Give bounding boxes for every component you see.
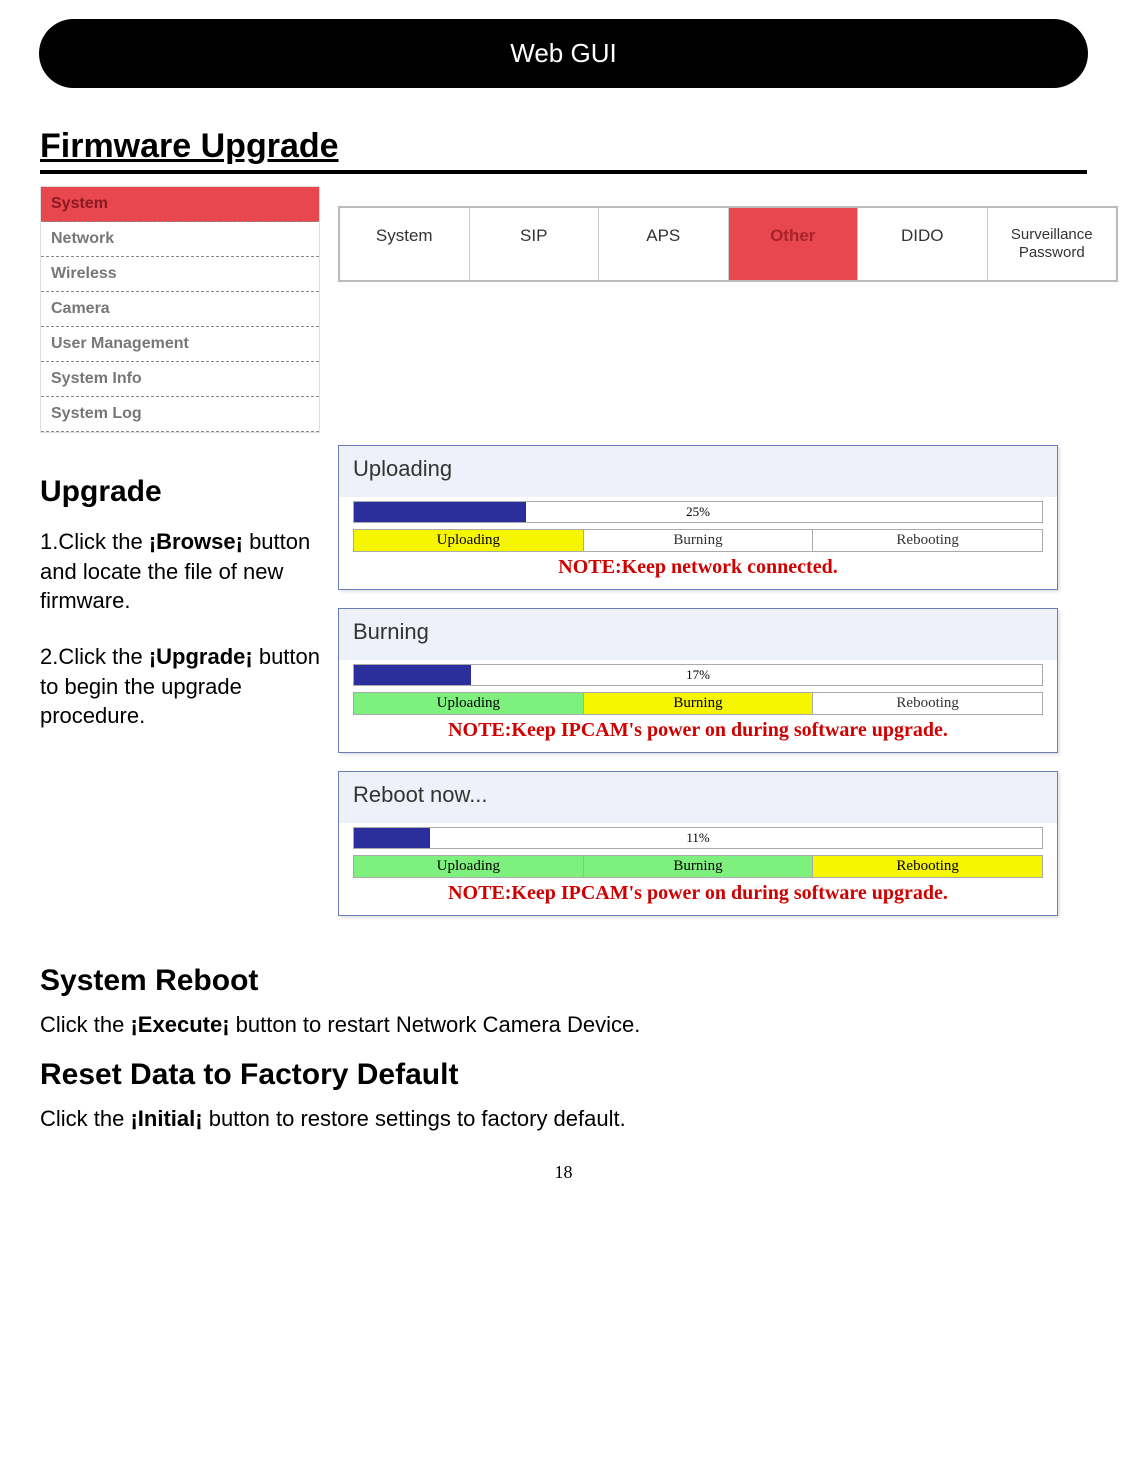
- tab-dido[interactable]: DIDO: [858, 208, 988, 280]
- stage-uploading: Uploading: [354, 530, 584, 551]
- page-number: 18: [40, 1162, 1087, 1183]
- sidebar-item-network[interactable]: Network: [41, 222, 319, 257]
- sidebar-item-system-log[interactable]: System Log: [41, 397, 319, 432]
- panel-title: Burning: [339, 609, 1057, 660]
- upgrade-step-1: 1.Click the ¡Browse¡ button and locate t…: [40, 527, 320, 616]
- panel-note: NOTE:Keep network connected.: [339, 552, 1057, 579]
- stage-row: Uploading Burning Rebooting: [353, 855, 1043, 878]
- sidebar-item-wireless[interactable]: Wireless: [41, 257, 319, 292]
- progress-bar: 11%: [353, 827, 1043, 849]
- stage-burning: Burning: [584, 856, 814, 877]
- stage-rebooting: Rebooting: [813, 530, 1042, 551]
- tab-sip[interactable]: SIP: [470, 208, 600, 280]
- stage-row: Uploading Burning Rebooting: [353, 692, 1043, 715]
- panel-title: Uploading: [339, 446, 1057, 497]
- tab-aps[interactable]: APS: [599, 208, 729, 280]
- progress-label: 25%: [686, 504, 710, 520]
- reboot-text: Click the ¡Execute¡ button to restart Ne…: [40, 1012, 1087, 1038]
- sidebar-item-user-management[interactable]: User Management: [41, 327, 319, 362]
- tab-other[interactable]: Other: [729, 208, 859, 280]
- progress-label: 17%: [686, 667, 710, 683]
- progress-bar: 17%: [353, 664, 1043, 686]
- sidebar-item-camera[interactable]: Camera: [41, 292, 319, 327]
- panel-title: Reboot now...: [339, 772, 1057, 823]
- tab-bar: System SIP APS Other DIDO Surveillance P…: [338, 206, 1118, 282]
- tab-system[interactable]: System: [340, 208, 470, 280]
- sidebar-nav: System Network Wireless Camera User Mana…: [40, 186, 320, 433]
- stage-uploading: Uploading: [354, 693, 584, 714]
- panel-reboot: Reboot now... 11% Uploading Burning Rebo…: [338, 771, 1058, 916]
- page-header: Web GUI: [40, 20, 1087, 87]
- sidebar-item-system[interactable]: System: [41, 187, 319, 222]
- reset-heading: Reset Data to Factory Default: [40, 1058, 1087, 1092]
- stage-row: Uploading Burning Rebooting: [353, 529, 1043, 552]
- stage-burning: Burning: [584, 530, 814, 551]
- stage-uploading: Uploading: [354, 856, 584, 877]
- progress-bar: 25%: [353, 501, 1043, 523]
- upgrade-heading: Upgrade: [40, 475, 320, 509]
- upgrade-step-2: 2.Click the ¡Upgrade¡ button to begin th…: [40, 642, 320, 731]
- section-title: Firmware Upgrade: [40, 127, 1087, 174]
- reboot-heading: System Reboot: [40, 964, 1087, 998]
- stage-rebooting: Rebooting: [813, 856, 1042, 877]
- progress-label: 11%: [686, 830, 709, 846]
- panel-note: NOTE:Keep IPCAM's power on during softwa…: [339, 715, 1057, 742]
- panel-note: NOTE:Keep IPCAM's power on during softwa…: [339, 878, 1057, 905]
- page-header-title: Web GUI: [510, 38, 616, 68]
- tab-surveillance-password[interactable]: Surveillance Password: [988, 208, 1117, 280]
- sidebar-item-system-info[interactable]: System Info: [41, 362, 319, 397]
- stage-rebooting: Rebooting: [813, 693, 1042, 714]
- reset-text: Click the ¡Initial¡ button to restore se…: [40, 1106, 1087, 1132]
- stage-burning: Burning: [584, 693, 814, 714]
- panel-uploading: Uploading 25% Uploading Burning Rebootin…: [338, 445, 1058, 590]
- panel-burning: Burning 17% Uploading Burning Rebooting …: [338, 608, 1058, 753]
